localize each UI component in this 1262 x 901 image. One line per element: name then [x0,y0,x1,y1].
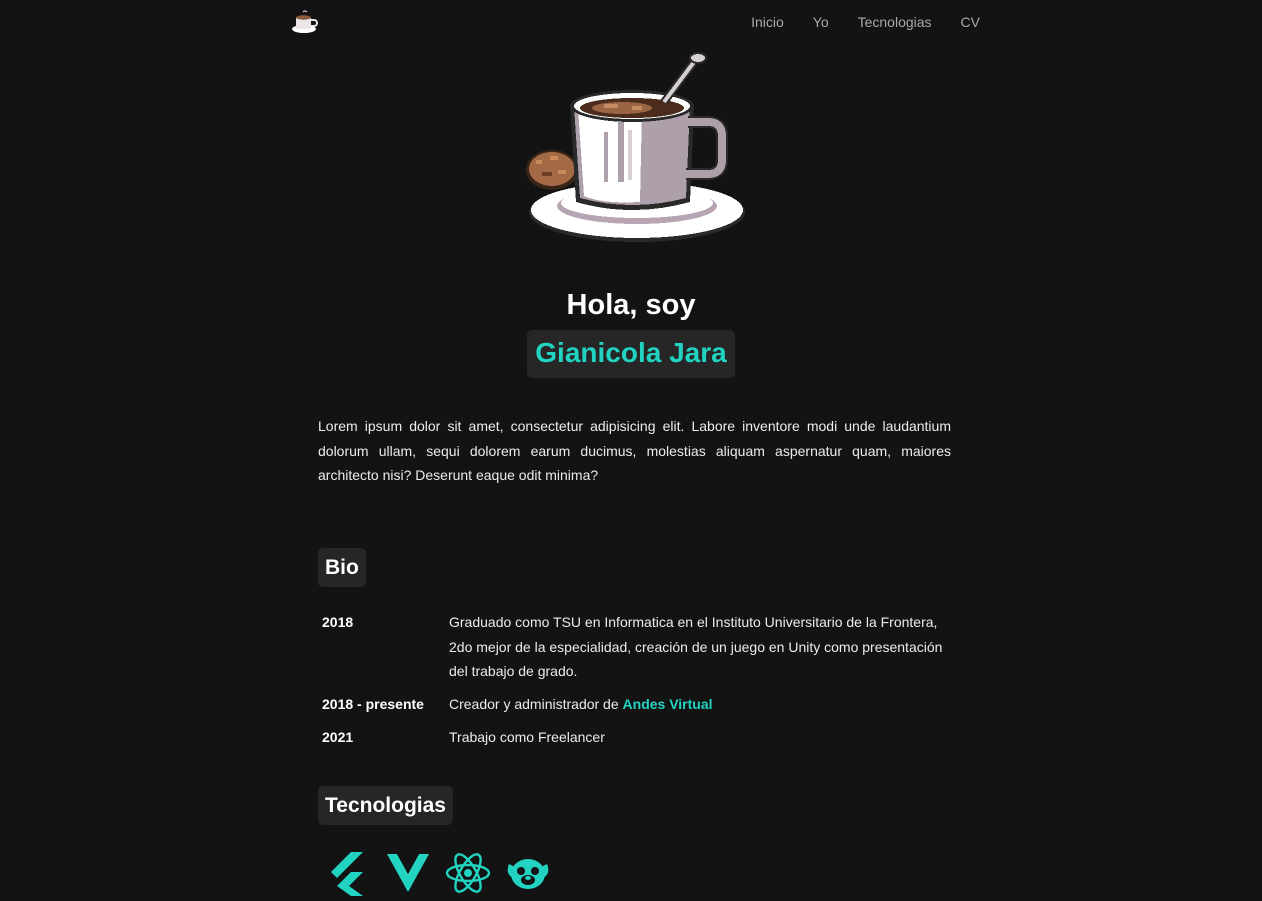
name-container: Gianicola Jara [0,330,1262,378]
tech-icons [325,850,551,896]
bio-item: 2018 Graduado como TSU en Informatica en… [322,610,952,684]
flutter-icon [325,850,371,896]
bio-list: 2018 Graduado como TSU en Informatica en… [322,610,952,758]
bio-text: Trabajo como Freelancer [449,729,605,745]
nav-link-inicio[interactable]: Inicio [751,14,784,30]
bio-heading: Bio [318,548,366,587]
intro-paragraph: Lorem ipsum dolor sit amet, consectetur … [318,418,951,483]
react-icon [445,850,491,896]
bio-year: 2021 [322,729,354,745]
nav-link-tecnologias[interactable]: Tecnologias [858,14,932,30]
bio-text: Graduado como TSU en Informatica en el I… [449,614,943,679]
nav-link-cv[interactable]: CV [961,14,980,30]
pixel-coffee-cup-illustration [522,52,748,248]
pug-icon [505,850,551,896]
tecnologias-heading: Tecnologias [318,786,453,825]
nav-link-yo[interactable]: Yo [813,14,829,30]
vue-icon [385,850,431,896]
nav-links: Inicio Yo Tecnologias CV [751,14,980,30]
bio-year: 2018 - presente [322,696,424,712]
navbar: Inicio Yo Tecnologias CV [0,0,1262,46]
bio-text-prefix: Creador y administrador de [449,696,623,712]
bio-item: 2018 - presente Creador y administrador … [322,692,952,717]
greeting-heading: Hola, soy [566,289,696,321]
andes-virtual-link[interactable]: Andes Virtual [623,696,713,712]
bio-year: 2018 [322,614,354,630]
bio-text: Creador y administrador de Andes Virtual [449,692,949,717]
bio-item: 2021 Trabajo como Freelancer [322,725,952,750]
author-name: Gianicola Jara [527,330,735,378]
coffee-cup-icon[interactable] [290,9,320,35]
